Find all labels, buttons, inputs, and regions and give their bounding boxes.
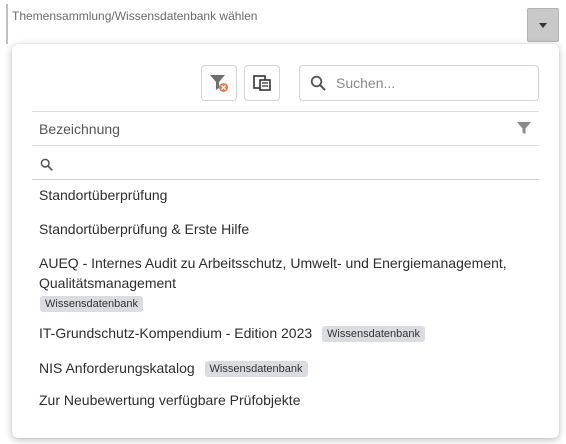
topic-select-field[interactable]: Themensammlung/Wissensdatenbank wählen [0, 0, 566, 44]
clear-filter-button[interactable] [201, 65, 237, 101]
column-filter-icon[interactable] [517, 121, 531, 135]
knowledge-base-badge: Wissensdatenbank [322, 326, 425, 342]
list-item[interactable]: Standortüberprüfung & Erste Hilfe [39, 219, 529, 239]
list-item[interactable]: IT-Grundschutz-Kompendium - Edition 2023… [39, 323, 529, 343]
knowledge-base-badge: Wissensdatenbank [40, 296, 143, 312]
copy-columns-button[interactable] [244, 65, 280, 101]
search-icon [310, 75, 326, 91]
divider [32, 179, 539, 180]
list-item-label: Standortüberprüfung & Erste Hilfe [39, 221, 250, 237]
copy-columns-icon [253, 75, 271, 91]
dropdown-panel: Bezeichnung Standortüberprüfung Standort… [12, 44, 559, 438]
dropdown-toggle-button[interactable] [527, 8, 559, 42]
list-item[interactable]: AUEQ - Internes Audit zu Arbeitsschutz, … [39, 253, 519, 313]
list-item-label: Zur Neubewertung verfügbare Prüfobjekte [39, 392, 301, 408]
search-box[interactable] [299, 65, 539, 101]
list-item-label: IT-Grundschutz-Kompendium - Edition 2023 [39, 325, 313, 341]
column-filter-input[interactable] [58, 150, 528, 178]
divider [32, 111, 539, 112]
list-item-label: Standortüberprüfung [39, 187, 168, 203]
knowledge-base-badge: Wissensdatenbank [204, 361, 308, 377]
filter-clear-icon [210, 75, 228, 92]
list-item[interactable]: Zur Neubewertung verfügbare Prüfobjekte [39, 390, 529, 410]
row-filter-search-icon [40, 158, 53, 171]
field-label: Themensammlung/Wissensdatenbank wählen [12, 9, 258, 23]
list-item-label: AUEQ - Internes Audit zu Arbeitsschutz, … [39, 255, 507, 291]
field-left-border [6, 4, 8, 44]
list-item[interactable]: NIS Anforderungskatalog Wissensdatenbank [39, 358, 529, 378]
divider [32, 145, 539, 146]
caret-down-icon [539, 22, 547, 28]
list-item[interactable]: Standortüberprüfung [39, 185, 529, 205]
list-item-label: NIS Anforderungskatalog [39, 360, 195, 376]
search-input[interactable] [334, 74, 524, 92]
column-header-bezeichnung[interactable]: Bezeichnung [39, 121, 120, 137]
